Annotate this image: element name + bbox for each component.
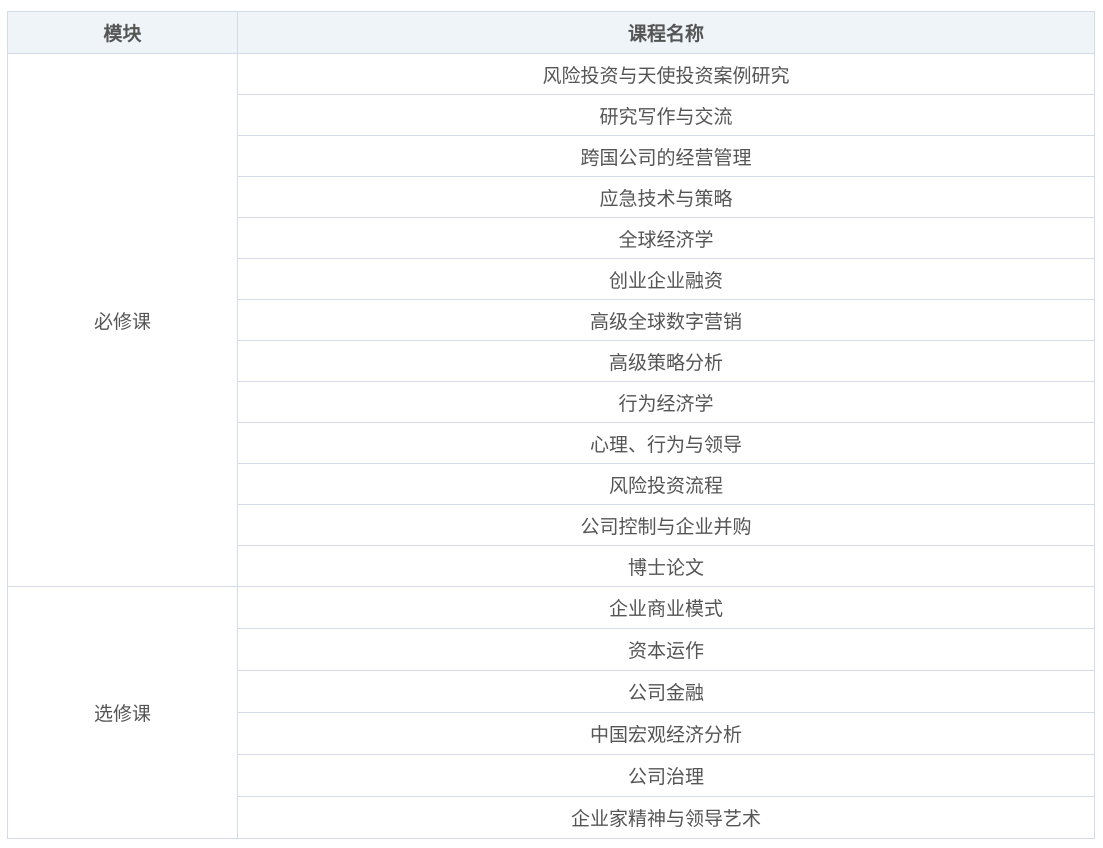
course-cell: 风险投资流程: [237, 463, 1095, 505]
course-table: 模块 课程名称 必修课 风险投资与天使投资案例研究 研究写作与交流 跨国公司的经…: [7, 11, 1095, 839]
table-row: 选修课 企业商业模式: [7, 586, 1095, 839]
course-cell: 博士论文: [237, 545, 1095, 587]
course-name-header: 课程名称: [237, 11, 1095, 54]
course-cell: 高级策略分析: [237, 340, 1095, 382]
course-cell: 全球经济学: [237, 217, 1095, 259]
course-cell: 研究写作与交流: [237, 94, 1095, 136]
course-cell: 应急技术与策略: [237, 176, 1095, 218]
course-cell: 创业企业融资: [237, 258, 1095, 300]
header-row: 模块 课程名称: [7, 11, 1095, 54]
course-cell: 风险投资与天使投资案例研究: [237, 53, 1095, 95]
course-cell: 企业家精神与领导艺术: [237, 796, 1095, 839]
course-cell: 中国宏观经济分析: [237, 712, 1095, 755]
course-cell: 公司治理: [237, 754, 1095, 797]
table-row: 必修课 风险投资与天使投资案例研究: [7, 53, 1095, 587]
course-cell: 心理、行为与领导: [237, 422, 1095, 464]
module-cell-elective: 选修课: [7, 586, 238, 839]
course-cell: 跨国公司的经营管理: [237, 135, 1095, 177]
module-cell-required: 必修课: [7, 53, 238, 587]
course-cell: 企业商业模式: [237, 586, 1095, 629]
course-cell: 行为经济学: [237, 381, 1095, 423]
course-cell: 公司控制与企业并购: [237, 504, 1095, 546]
module-header: 模块: [7, 11, 238, 54]
course-cell: 高级全球数字营销: [237, 299, 1095, 341]
course-cell: 公司金融: [237, 670, 1095, 713]
course-cell: 资本运作: [237, 628, 1095, 671]
